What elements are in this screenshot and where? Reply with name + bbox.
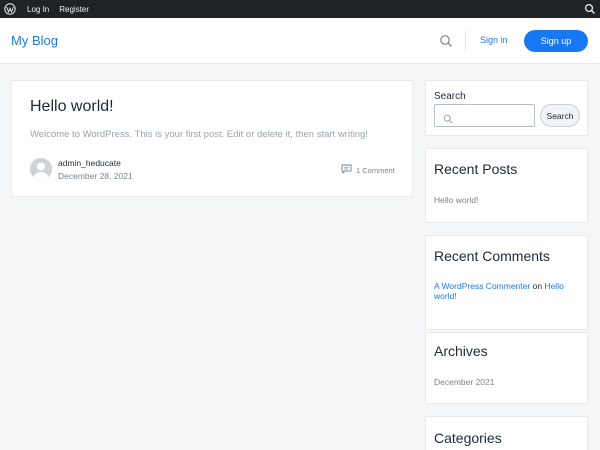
comment-on-text: on — [532, 281, 543, 291]
archives-widget: Archives December 2021 — [425, 332, 588, 404]
search-label: Search — [434, 91, 466, 102]
header-divider — [465, 31, 466, 51]
recent-comments-title: Recent Comments — [434, 248, 550, 264]
comment-count: 1 Comment — [356, 165, 395, 175]
signup-button[interactable]: Sign up — [524, 30, 588, 52]
categories-widget: Categories — [425, 416, 588, 450]
search-button[interactable]: Search — [540, 104, 580, 127]
archive-item[interactable]: December 2021 — [434, 377, 494, 387]
signin-link[interactable]: Sign in — [480, 35, 508, 45]
search-input[interactable] — [434, 104, 535, 127]
post-excerpt: Welcome to WordPress. This is your first… — [30, 129, 368, 140]
recent-comments-widget: Recent Comments A WordPress Commenter on… — [425, 235, 588, 330]
login-link[interactable]: Log In — [25, 5, 51, 14]
wordpress-icon[interactable] — [1, 0, 19, 18]
recent-posts-title: Recent Posts — [434, 161, 518, 177]
recent-posts-widget: Recent Posts Hello world! — [425, 148, 588, 223]
search-icon[interactable] — [439, 34, 453, 48]
register-link[interactable]: Register — [57, 5, 91, 14]
commenter-link[interactable]: A WordPress Commenter — [434, 281, 530, 291]
recent-post-item[interactable]: Hello world! — [434, 195, 478, 205]
comment-link[interactable]: 1 Comment — [341, 164, 395, 176]
post-date: December 28, 2021 — [58, 171, 133, 181]
comment-icon — [341, 164, 352, 176]
search-widget: Search Search — [425, 80, 588, 136]
archives-title: Archives — [434, 343, 488, 359]
categories-title: Categories — [434, 430, 502, 446]
site-header: My Blog Sign in Sign up — [0, 18, 600, 64]
search-icon — [443, 111, 453, 124]
recent-comment-item: A WordPress Commenter on Hello world! — [434, 281, 574, 301]
post-title[interactable]: Hello world! — [30, 98, 114, 116]
post-author[interactable]: admin_heducate — [58, 158, 121, 168]
site-title[interactable]: My Blog — [11, 33, 58, 48]
admin-bar: Log In Register — [0, 0, 600, 18]
avatar[interactable] — [30, 158, 52, 180]
search-icon[interactable] — [584, 3, 596, 15]
post-card: Hello world! Welcome to WordPress. This … — [11, 80, 413, 197]
